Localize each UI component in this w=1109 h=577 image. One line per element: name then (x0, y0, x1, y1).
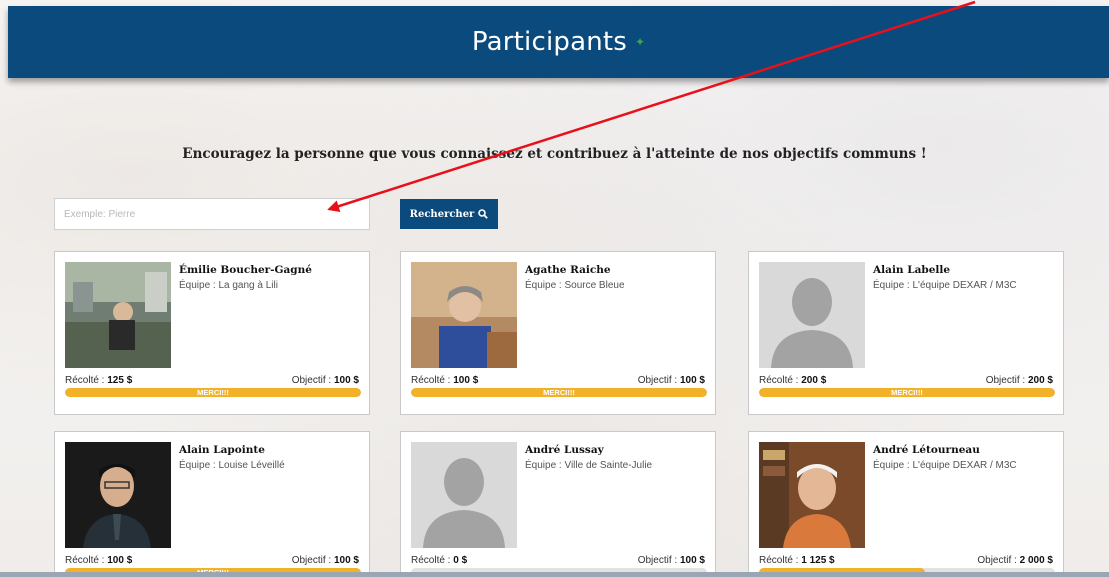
participant-team: Équipe : La gang à Lili (179, 280, 278, 291)
raised-amount: Récolté : 1 125 $ (759, 555, 835, 566)
participant-name: Agathe Raiche (525, 264, 611, 276)
tagline: Encouragez la personne que vous connaiss… (182, 146, 927, 162)
participant-photo (65, 442, 171, 548)
participant-name: Émilie Boucher-Gagné (179, 264, 312, 276)
search-button[interactable]: Rechercher (400, 199, 498, 229)
participant-card[interactable]: André Létourneau Équipe : L'équipe DEXAR… (748, 431, 1064, 577)
page-title: Participants (471, 27, 628, 57)
participant-team: Équipe : Ville de Sainte-Julie (525, 460, 653, 471)
progress-fill: MERCI!!! (411, 388, 707, 397)
participant-name: Alain Labelle (873, 264, 951, 276)
progress-fill: MERCI!!! (65, 388, 361, 397)
goal-amount: Objectif : 100 $ (291, 555, 359, 566)
goal-amount: Objectif : 100 $ (637, 555, 705, 566)
search-button-label: Rechercher (409, 208, 475, 220)
goal-amount: Objectif : 100 $ (637, 375, 705, 386)
participant-photo (411, 262, 517, 368)
participant-team: Équipe : L'équipe DEXAR / M3C (873, 280, 1017, 291)
participant-card[interactable]: Agathe Raiche Équipe : Source Bleue Réco… (400, 251, 716, 415)
raised-amount: Récolté : 100 $ (65, 555, 133, 566)
avatar-placeholder (759, 262, 865, 368)
participant-team: Équipe : Source Bleue (525, 280, 625, 291)
goal-amount: Objectif : 100 $ (291, 375, 359, 386)
participant-card[interactable]: Alain Labelle Équipe : L'équipe DEXAR / … (748, 251, 1064, 415)
raised-amount: Récolté : 100 $ (411, 375, 479, 386)
participant-name: André Lussay (525, 444, 604, 456)
raised-amount: Récolté : 200 $ (759, 375, 827, 386)
participant-team: Équipe : L'équipe DEXAR / M3C (873, 460, 1017, 471)
search-input[interactable] (54, 198, 370, 230)
participant-team: Équipe : Louise Léveillé (179, 460, 285, 471)
raised-amount: Récolté : 0 $ (411, 555, 468, 566)
participant-card[interactable]: Alain Lapointe Équipe : Louise Léveillé … (54, 431, 370, 577)
goal-amount: Objectif : 2 000 $ (977, 555, 1053, 566)
participant-card[interactable]: André Lussay Équipe : Ville de Sainte-Ju… (400, 431, 716, 577)
participant-photo (65, 262, 171, 368)
progress-bar: MERCI!!! (759, 388, 1055, 397)
participant-card[interactable]: Émilie Boucher-Gagné Équipe : La gang à … (54, 251, 370, 415)
search-icon (478, 209, 489, 219)
participant-name: André Létourneau (873, 444, 980, 456)
horizontal-scrollbar[interactable] (0, 572, 1109, 577)
progress-fill: MERCI!!! (759, 388, 1055, 397)
progress-bar: MERCI!!! (411, 388, 707, 397)
avatar-placeholder (411, 442, 517, 548)
progress-bar: MERCI!!! (65, 388, 361, 397)
participant-name: Alain Lapointe (179, 444, 265, 456)
participant-photo (759, 442, 865, 548)
goal-amount: Objectif : 200 $ (985, 375, 1053, 386)
raised-amount: Récolté : 125 $ (65, 375, 133, 386)
page-header: Participants ✦ (8, 6, 1109, 78)
leaf-icon: ✦ (635, 35, 646, 49)
